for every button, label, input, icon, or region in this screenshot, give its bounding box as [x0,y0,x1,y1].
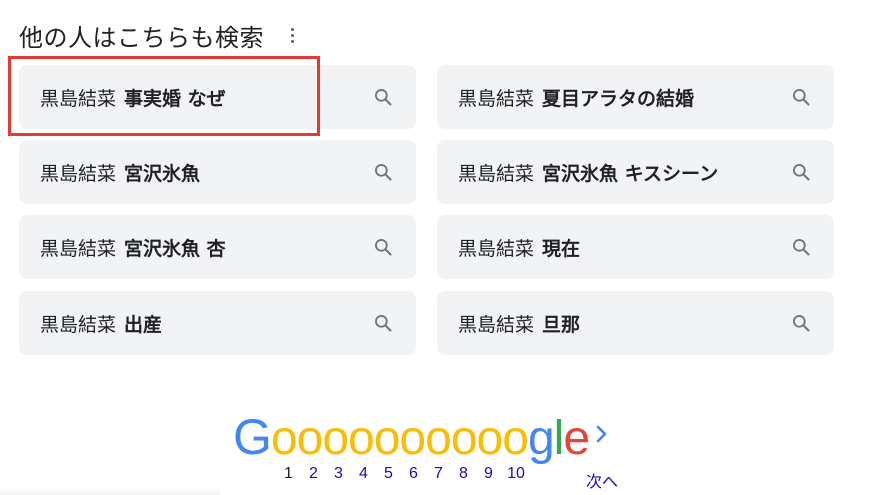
page-link[interactable]: 2 [301,465,326,483]
highlight-box [8,56,320,136]
search-icon [790,161,812,183]
related-search-chip[interactable]: 黒島結菜 夏目アラタの結婚 [437,65,834,129]
related-search-text: 黒島結菜 宮沢氷魚 杏 [40,234,372,261]
logo-letter: o [502,412,529,465]
page-link[interactable]: 6 [401,465,426,483]
related-search-chip[interactable]: 黒島結菜 出産 [19,291,416,355]
related-search-text: 黒島結菜 宮沢氷魚 キスシーン [458,159,790,186]
page-numbers: 1 2 3 4 5 6 7 8 9 10 [276,465,531,483]
logo-letter: o [322,412,349,465]
google-pagination-logo: Goooooooooogle [233,409,590,465]
related-search-chip[interactable]: 黒島結菜 旦那 [437,291,834,355]
logo-letter: o [348,412,375,465]
logo-letter: o [450,412,478,465]
page-link[interactable]: 10 [501,465,531,483]
search-icon [372,86,394,108]
page-link[interactable]: 3 [326,465,351,483]
related-search-chip[interactable]: 黒島結菜 現在 [437,215,834,279]
page-link-current: 1 [284,465,293,482]
query-text: 黒島結菜 [40,162,117,185]
related-search-chip[interactable]: 黒島結菜 宮沢氷魚 キスシーン [437,140,834,204]
query-text: 黒島結菜 [458,162,535,185]
chevron-right-icon[interactable] [592,420,612,448]
search-icon [790,312,812,334]
logo-letter: o [270,412,298,465]
suggestion-text: 旦那 [542,313,581,336]
logo-letter: o [476,412,504,465]
query-text: 黒島結菜 [458,87,535,110]
search-icon [790,86,812,108]
page-link[interactable]: 4 [351,465,376,483]
related-search-text: 黒島結菜 旦那 [458,310,790,337]
logo-letter: G [233,409,272,465]
related-searches-title: 他の人はこちらも検索 [19,24,264,52]
page-link[interactable]: 7 [426,465,451,483]
suggestion-text: 現在 [542,237,581,260]
logo-letter: g [527,412,555,465]
logo-letter: o [373,412,401,465]
more-options-icon[interactable] [282,25,302,47]
page-link[interactable]: 9 [476,465,501,483]
related-search-text: 黒島結菜 出産 [40,310,372,337]
query-text: 黒島結菜 [40,313,117,336]
query-text: 黒島結菜 [40,237,117,260]
logo-letter: l [553,412,565,465]
logo-letter: o [399,412,426,465]
suggestion-text: 宮沢氷魚 キスシーン [542,162,719,185]
related-search-text: 黒島結菜 宮沢氷魚 [40,159,372,186]
logo-letter: e [563,412,590,465]
search-icon [372,236,394,258]
page-link[interactable]: 5 [376,465,401,483]
bottom-divider [0,488,220,495]
related-search-chip[interactable]: 黒島結菜 宮沢氷魚 杏 [19,215,416,279]
suggestion-text: 宮沢氷魚 杏 [124,237,226,260]
suggestion-text: 出産 [124,313,163,336]
related-search-chip[interactable]: 黒島結菜 宮沢氷魚 [19,140,416,204]
query-text: 黒島結菜 [458,237,535,260]
suggestion-text: 夏目アラタの結婚 [542,87,695,110]
related-search-text: 黒島結菜 夏目アラタの結婚 [458,84,790,111]
search-icon [790,236,812,258]
related-searches-header: 他の人はこちらも検索 [19,18,302,53]
logo-letter: o [296,412,324,465]
search-icon [372,161,394,183]
related-search-text: 黒島結菜 現在 [458,234,790,261]
next-page-link[interactable]: 次へ [586,468,618,492]
suggestion-text: 宮沢氷魚 [124,162,201,185]
search-icon [372,312,394,334]
logo-letter: o [425,412,452,465]
page-link[interactable]: 8 [451,465,476,483]
query-text: 黒島結菜 [458,313,535,336]
